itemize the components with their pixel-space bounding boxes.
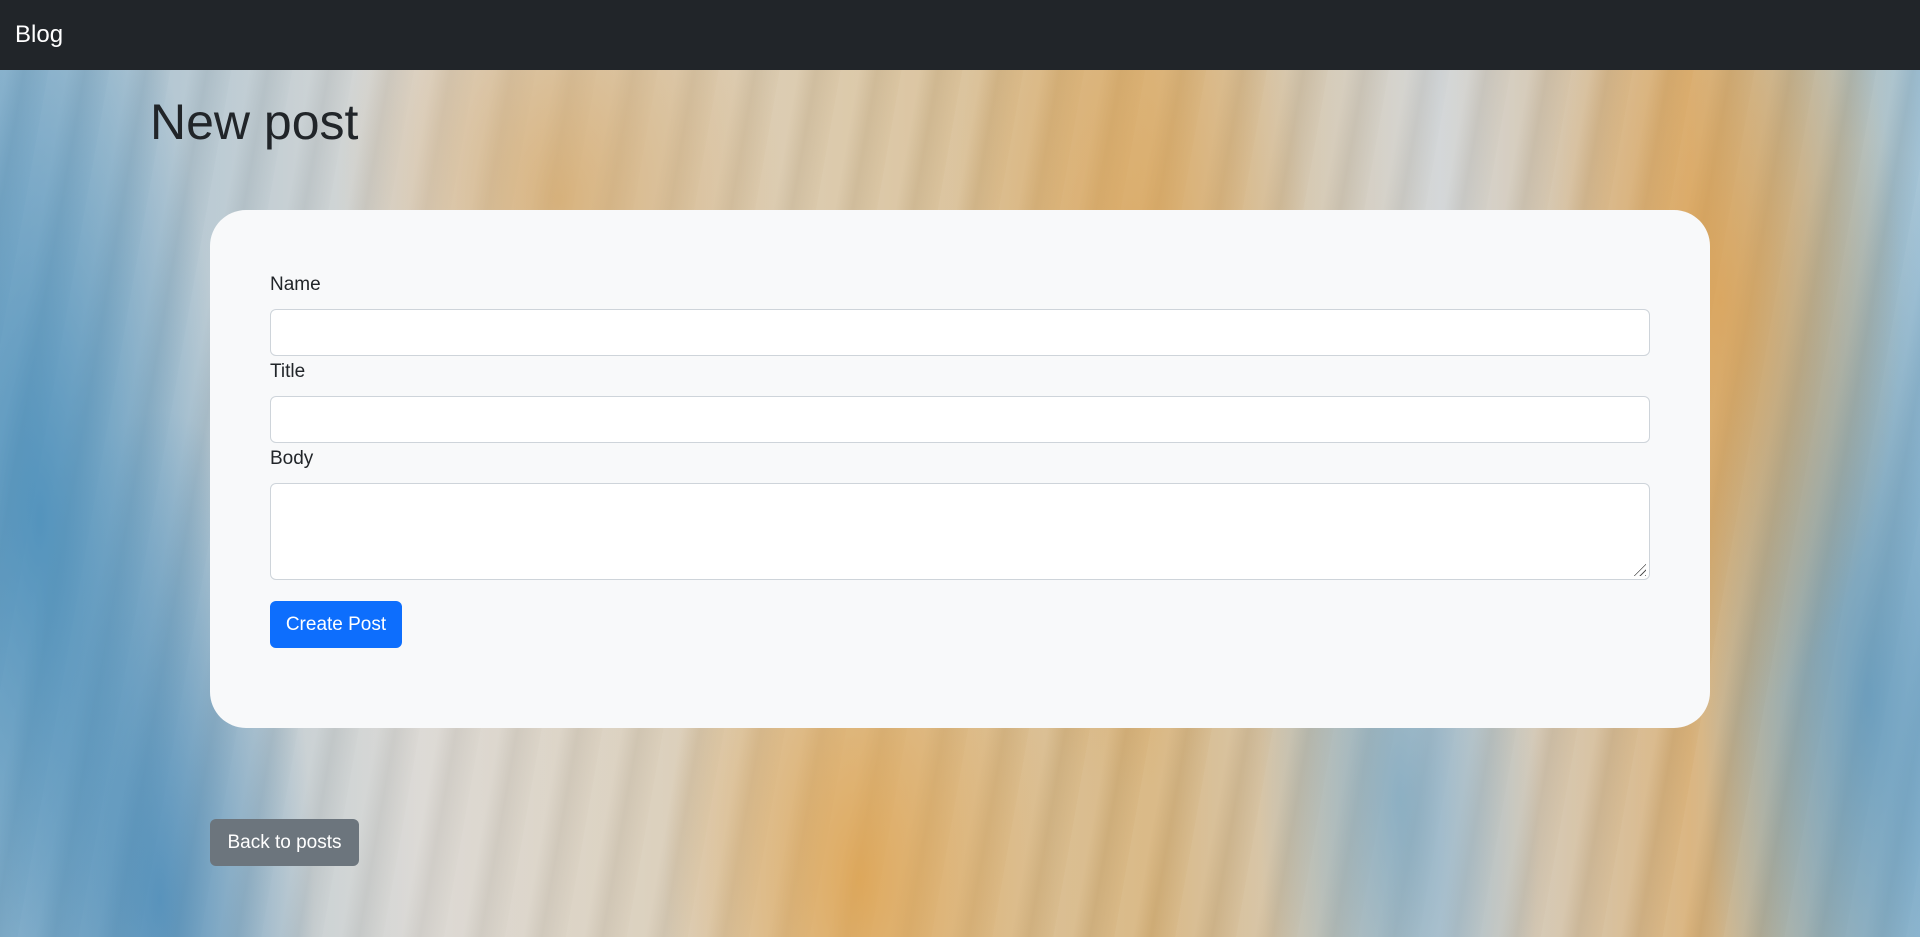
page-title: New post bbox=[150, 94, 359, 150]
name-input[interactable] bbox=[270, 309, 1650, 356]
resize-grip-icon[interactable] bbox=[1632, 562, 1646, 576]
back-to-posts-button[interactable]: Back to posts bbox=[210, 819, 359, 866]
navbar: Blog bbox=[0, 0, 1920, 70]
post-form-card: Name Title Body Create Post bbox=[210, 210, 1710, 728]
name-label: Name bbox=[270, 274, 321, 295]
body-textarea[interactable] bbox=[270, 483, 1650, 580]
body-label: Body bbox=[270, 448, 314, 469]
title-label: Title bbox=[270, 361, 306, 382]
create-post-button[interactable]: Create Post bbox=[270, 601, 402, 648]
title-input[interactable] bbox=[270, 396, 1650, 443]
navbar-brand[interactable]: Blog bbox=[15, 21, 63, 49]
